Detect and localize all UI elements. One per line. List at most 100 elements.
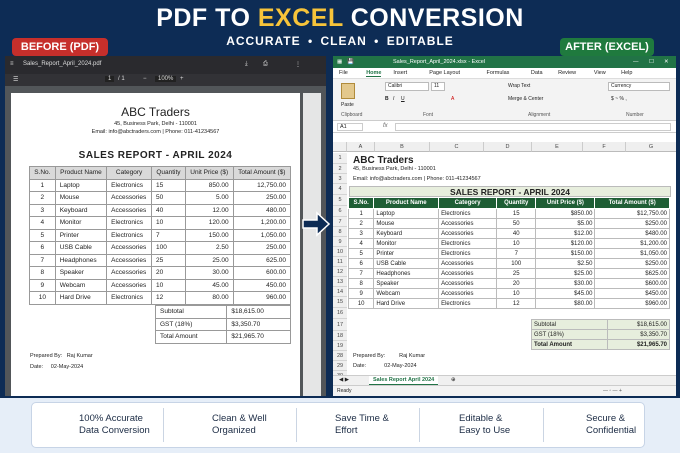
sheet-cell[interactable]: $30.00 (535, 278, 596, 289)
column-header[interactable]: Product Name (373, 197, 440, 209)
prev-sheet-icon[interactable]: ◀ ▶ (339, 377, 349, 383)
page-number-input[interactable]: 1 (105, 76, 115, 82)
column-letter[interactable]: C (430, 142, 484, 152)
sheet-cell[interactable]: 20 (496, 278, 537, 289)
save-icon[interactable]: 💾 (347, 59, 354, 65)
font-size-select[interactable]: 11 (431, 82, 445, 91)
row-number[interactable]: 29 (333, 361, 347, 371)
sheet-cell[interactable]: Electronics (438, 238, 498, 249)
paste-icon[interactable] (341, 83, 355, 99)
wrap-text-button[interactable]: Wrap Text (508, 83, 530, 89)
ribbon-tab-review[interactable]: Review (558, 70, 576, 76)
font-color-icon[interactable]: A (451, 96, 454, 102)
sheet-cell[interactable]: 10 (496, 238, 537, 249)
sheet-cell[interactable]: Webcam (373, 288, 440, 299)
add-sheet-icon[interactable]: ⊕ (451, 377, 456, 383)
sheet-cell[interactable]: Printer (373, 248, 440, 259)
sheet-cell[interactable]: Laptop (373, 208, 440, 219)
row-number[interactable]: 16 (333, 308, 347, 319)
totals-label[interactable]: Total Amount (530, 339, 609, 350)
sheet-cell[interactable]: $625.00 (594, 268, 670, 279)
row-number[interactable]: 10 (333, 247, 347, 257)
sheet-cell[interactable]: Keyboard (373, 228, 440, 239)
row-number[interactable]: 11 (333, 257, 347, 267)
sheet-cell[interactable]: $80.00 (535, 298, 596, 309)
sheet-cell[interactable]: $250.00 (594, 258, 670, 269)
sheet-cell[interactable]: $850.00 (535, 208, 596, 219)
sheet-cell[interactable]: 10 (347, 298, 375, 309)
sheet-cell[interactable]: $12.00 (535, 228, 596, 239)
sheet-cell[interactable]: $1,050.00 (594, 248, 670, 259)
download-icon[interactable]: ⤓ (245, 61, 248, 68)
sheet-cell[interactable]: Accessories (438, 268, 498, 279)
formula-input[interactable] (395, 123, 671, 131)
sheet-cell[interactable]: $120.00 (535, 238, 596, 249)
paste-button[interactable]: Paste (341, 102, 354, 108)
sheet-cell[interactable]: Electronics (438, 208, 498, 219)
column-header[interactable]: S.No. (347, 197, 375, 209)
sheet-cell[interactable]: 7 (347, 268, 375, 279)
ribbon-tab-file[interactable]: File (339, 70, 348, 76)
column-header[interactable]: Unit Price ($) (535, 197, 596, 209)
select-all-corner[interactable] (333, 142, 347, 152)
sheet-cell[interactable]: Mouse (373, 218, 440, 229)
sheet-cell[interactable]: Speaker (373, 278, 440, 289)
sheet-cell[interactable]: 10 (496, 288, 537, 299)
row-number[interactable]: 9 (333, 237, 347, 247)
column-header[interactable]: Total Amount ($) (594, 197, 670, 209)
row-number[interactable]: 8 (333, 227, 347, 237)
sheet-cell[interactable]: 3 (347, 228, 375, 239)
row-number[interactable]: 15 (333, 297, 347, 308)
totals-label[interactable]: GST (18%) (530, 329, 609, 340)
zoom-in-icon[interactable]: + (180, 76, 184, 82)
row-number[interactable]: 14 (333, 287, 347, 297)
sheet-cell[interactable]: Headphones (373, 268, 440, 279)
row-number[interactable]: 13 (333, 277, 347, 287)
sheet-cell[interactable]: 5 (347, 248, 375, 259)
pdf-scroll-area[interactable] (303, 93, 321, 396)
sheet-cell[interactable]: Accessories (438, 258, 498, 269)
sheet-cell[interactable]: 2 (347, 218, 375, 229)
sheet-cell[interactable]: Accessories (438, 288, 498, 299)
sheet-cell[interactable]: Accessories (438, 228, 498, 239)
sheet-cell[interactable]: 1 (347, 208, 375, 219)
maximize-icon[interactable]: ☐ (649, 59, 654, 65)
sheet-cell[interactable]: 6 (347, 258, 375, 269)
row-number[interactable]: 19 (333, 341, 347, 351)
ribbon-tab-formulas[interactable]: Formulas (487, 70, 510, 76)
sheet-cell[interactable]: 40 (496, 228, 537, 239)
sheet-cell[interactable]: USB Cable (373, 258, 440, 269)
totals-value[interactable]: $3,350.70 (607, 329, 670, 340)
sheet-cell[interactable]: 7 (496, 248, 537, 259)
sheet-cell[interactable]: $250.00 (594, 218, 670, 229)
sheet-cell[interactable]: Accessories (438, 278, 498, 289)
sheet-cell[interactable]: 100 (496, 258, 537, 269)
sheet-cell[interactable]: 8 (347, 278, 375, 289)
row-number[interactable]: 17 (333, 319, 347, 331)
sheet-cell[interactable]: 50 (496, 218, 537, 229)
row-number[interactable]: 1 (333, 153, 347, 164)
more-icon[interactable]: ⋮ (295, 61, 301, 68)
underline-button[interactable]: U (401, 96, 405, 102)
column-header[interactable]: Category (438, 197, 498, 209)
sheet-cell[interactable]: 4 (347, 238, 375, 249)
merge-center-button[interactable]: Merge & Center (508, 96, 543, 102)
minimize-icon[interactable]: — (633, 59, 639, 65)
row-number[interactable]: 3 (333, 174, 347, 184)
sheet-cell[interactable]: $960.00 (594, 298, 670, 309)
bold-button[interactable]: B (385, 96, 389, 102)
number-format-select[interactable]: Currency (608, 82, 670, 91)
sheet-cell[interactable]: Accessories (438, 218, 498, 229)
column-letter[interactable]: F (583, 142, 626, 152)
sheet-cell[interactable]: $12,750.00 (594, 208, 670, 219)
sheet-cell[interactable]: 12 (496, 298, 537, 309)
row-number[interactable]: 5 (333, 195, 347, 206)
sheet-cell[interactable]: $5.00 (535, 218, 596, 229)
sheet-cell[interactable]: $600.00 (594, 278, 670, 289)
menu-icon[interactable]: ≡ (10, 61, 14, 67)
sheet-cell[interactable]: $2.50 (535, 258, 596, 269)
row-number[interactable]: 18 (333, 331, 347, 341)
currency-icon[interactable]: $ ~ % , (611, 96, 627, 102)
row-number[interactable]: 28 (333, 351, 347, 361)
name-box[interactable]: A1 (337, 123, 363, 131)
